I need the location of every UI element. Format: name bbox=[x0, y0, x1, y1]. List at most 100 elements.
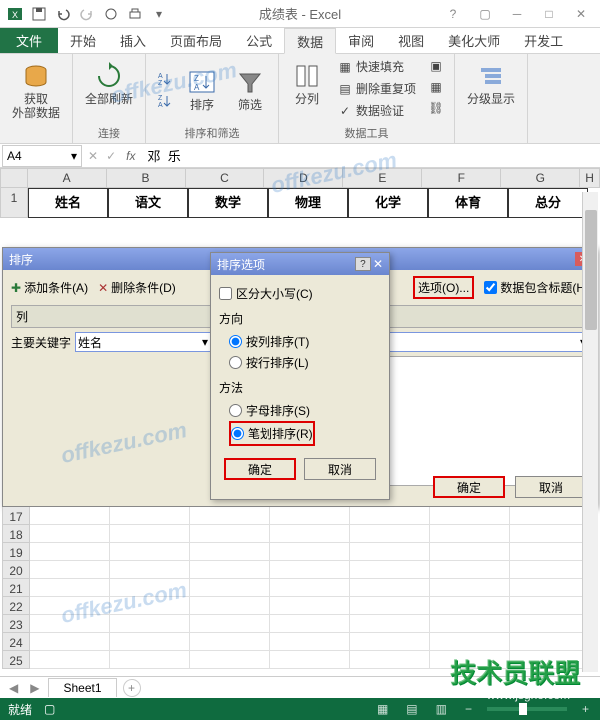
tab-review[interactable]: 审阅 bbox=[336, 28, 386, 53]
cancel-formula-icon[interactable]: ✕ bbox=[84, 149, 102, 163]
opts-close-icon[interactable]: ✕ bbox=[373, 257, 383, 271]
scrollbar-thumb[interactable] bbox=[585, 210, 597, 330]
row-header[interactable]: 18 bbox=[2, 525, 30, 543]
formula-input[interactable] bbox=[141, 145, 600, 167]
tab-home[interactable]: 开始 bbox=[58, 28, 108, 53]
page-layout-view-icon[interactable]: ▤ bbox=[403, 702, 420, 716]
col-header-h[interactable]: H bbox=[580, 168, 600, 188]
name-box[interactable]: A4 ▾ bbox=[2, 145, 82, 167]
tab-layout[interactable]: 页面布局 bbox=[158, 28, 234, 53]
record-macro-icon[interactable]: ▢ bbox=[44, 702, 55, 716]
row-header[interactable]: 24 bbox=[2, 633, 30, 651]
qat-more-icon[interactable]: ▾ bbox=[148, 3, 170, 25]
zoom-in-icon[interactable]: + bbox=[579, 702, 592, 716]
cell[interactable]: 物理 bbox=[268, 188, 348, 218]
case-sensitive-checkbox[interactable]: 区分大小写(C) bbox=[219, 283, 381, 304]
sheet-nav-prev-icon[interactable]: ◀ bbox=[6, 681, 21, 695]
row-header[interactable]: 17 bbox=[2, 507, 30, 525]
data-validation-button[interactable]: ✓数据验证 bbox=[333, 100, 420, 121]
relation-button[interactable]: ⛓ bbox=[424, 98, 448, 118]
close-button[interactable]: ✕ bbox=[566, 4, 596, 24]
row-header[interactable]: 25 bbox=[2, 651, 30, 669]
row-header[interactable]: 23 bbox=[2, 615, 30, 633]
sort-asc-button[interactable]: AZ bbox=[152, 69, 176, 89]
row-header[interactable]: 22 bbox=[2, 597, 30, 615]
alpha-sort-radio[interactable]: 字母排序(S) bbox=[229, 400, 381, 421]
page-break-view-icon[interactable]: ▥ bbox=[433, 702, 450, 716]
has-header-checkbox[interactable]: 数据包含标题(H) bbox=[484, 279, 589, 296]
add-sheet-button[interactable]: + bbox=[123, 679, 141, 697]
add-condition-button[interactable]: ✚添加条件(A) bbox=[11, 279, 88, 296]
filter-button[interactable]: 筛选 bbox=[228, 62, 272, 116]
col-header-b[interactable]: B bbox=[107, 168, 186, 188]
select-all-cell[interactable] bbox=[0, 168, 28, 188]
cell[interactable]: 姓名 bbox=[28, 188, 108, 218]
normal-view-icon[interactable]: ▦ bbox=[374, 702, 391, 716]
by-row-radio[interactable]: 按行排序(L) bbox=[229, 352, 381, 373]
cell[interactable]: 化学 bbox=[348, 188, 428, 218]
text-to-columns-button[interactable]: 分列 bbox=[285, 56, 329, 110]
opts-help-icon[interactable]: ? bbox=[355, 257, 371, 271]
tab-data[interactable]: 数据 bbox=[284, 28, 336, 54]
opts-cancel-button[interactable]: 取消 bbox=[304, 458, 376, 480]
print-icon[interactable] bbox=[124, 3, 146, 25]
whatif-button[interactable]: ▦ bbox=[424, 77, 448, 97]
zoom-thumb[interactable] bbox=[519, 703, 527, 715]
stroke-sort-radio[interactable]: 笔划排序(R) bbox=[229, 421, 315, 446]
row-header[interactable]: 19 bbox=[2, 543, 30, 561]
ribbon-options-icon[interactable]: ▢ bbox=[470, 4, 500, 24]
consolidate-button[interactable]: ▣ bbox=[424, 56, 448, 76]
save-icon[interactable] bbox=[28, 3, 50, 25]
col-header-f[interactable]: F bbox=[422, 168, 501, 188]
sort-button[interactable]: ZA 排序 bbox=[180, 62, 224, 116]
flash-fill-button[interactable]: ▦快速填充 bbox=[333, 56, 420, 77]
redo-icon[interactable] bbox=[76, 3, 98, 25]
sheet-tab-1[interactable]: Sheet1 bbox=[48, 678, 116, 697]
svg-text:Z: Z bbox=[158, 95, 163, 102]
maximize-button[interactable]: □ bbox=[534, 4, 564, 24]
col-header-d[interactable]: D bbox=[264, 168, 343, 188]
zoom-out-icon[interactable]: − bbox=[462, 702, 475, 716]
opts-dialog-titlebar[interactable]: 排序选项 ? ✕ bbox=[211, 253, 389, 275]
row-header[interactable]: 20 bbox=[2, 561, 30, 579]
minimize-button[interactable]: ─ bbox=[502, 4, 532, 24]
touch-mode-icon[interactable] bbox=[100, 3, 122, 25]
tab-insert[interactable]: 插入 bbox=[108, 28, 158, 53]
tab-dev[interactable]: 开发工 bbox=[512, 28, 575, 53]
sort-desc-button[interactable]: ZA bbox=[152, 91, 176, 111]
row-header-1[interactable]: 1 bbox=[0, 188, 28, 218]
sort-ok-button[interactable]: 确定 bbox=[433, 476, 505, 498]
tab-formula[interactable]: 公式 bbox=[234, 28, 284, 53]
row-header[interactable]: 21 bbox=[2, 579, 30, 597]
undo-icon[interactable] bbox=[52, 3, 74, 25]
sort-options-button[interactable]: 选项(O)... bbox=[413, 276, 474, 299]
primary-keyword-select[interactable]: 姓名 ▾ bbox=[75, 332, 211, 352]
vertical-scrollbar[interactable] bbox=[582, 192, 598, 672]
get-external-data-button[interactable]: 获取 外部数据 bbox=[6, 56, 66, 125]
col-header-c[interactable]: C bbox=[186, 168, 265, 188]
cell[interactable]: 语文 bbox=[108, 188, 188, 218]
cell[interactable]: 体育 bbox=[428, 188, 508, 218]
sheet-nav-next-icon[interactable]: ▶ bbox=[27, 681, 42, 695]
opts-ok-button[interactable]: 确定 bbox=[224, 458, 296, 480]
delete-condition-button[interactable]: ✕删除条件(D) bbox=[98, 279, 176, 296]
tab-file[interactable]: 文件 bbox=[0, 28, 58, 53]
sort-cancel-button[interactable]: 取消 bbox=[515, 476, 587, 498]
fx-icon[interactable]: fx bbox=[120, 149, 141, 163]
remove-duplicates-button[interactable]: ▤删除重复项 bbox=[333, 78, 420, 99]
refresh-all-button[interactable]: 全部刷新 bbox=[79, 56, 139, 110]
outline-button[interactable]: 分级显示 bbox=[461, 56, 521, 110]
col-header-a[interactable]: A bbox=[28, 168, 107, 188]
col-header-g[interactable]: G bbox=[501, 168, 580, 188]
tab-view[interactable]: 视图 bbox=[386, 28, 436, 53]
zoom-slider[interactable] bbox=[487, 707, 567, 711]
accept-formula-icon[interactable]: ✓ bbox=[102, 149, 120, 163]
help-button[interactable]: ? bbox=[438, 4, 468, 24]
name-box-dropdown-icon[interactable]: ▾ bbox=[71, 149, 77, 163]
cell[interactable]: 数学 bbox=[188, 188, 268, 218]
excel-icon[interactable]: X bbox=[4, 3, 26, 25]
by-column-radio[interactable]: 按列排序(T) bbox=[229, 331, 381, 352]
tab-beauty[interactable]: 美化大师 bbox=[436, 28, 512, 53]
cell[interactable]: 总分 bbox=[508, 188, 588, 218]
col-header-e[interactable]: E bbox=[343, 168, 422, 188]
